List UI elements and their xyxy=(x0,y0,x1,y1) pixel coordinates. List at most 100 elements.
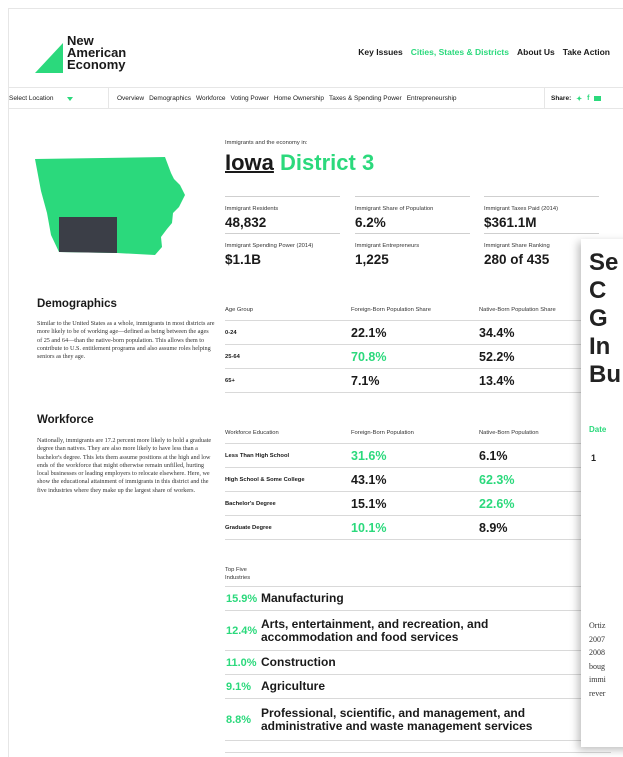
native-value: 62.3% xyxy=(479,473,515,487)
select-location-label: Select Location xyxy=(9,95,54,102)
story-title-line: In xyxy=(589,333,611,360)
industries-heading: Top Five Industries xyxy=(225,566,250,582)
column-header: Native-Born Population Share xyxy=(479,307,556,313)
row-label: Less Than High School xyxy=(225,453,290,459)
workforce-text: Nationally, immigrants are 17.2 percent … xyxy=(37,437,212,494)
industries-heading-line: Industries xyxy=(225,575,251,581)
logo-mark-icon xyxy=(35,43,63,73)
native-value: 22.6% xyxy=(479,497,515,511)
section-nav: Select Location Overview Demographics Wo… xyxy=(9,87,623,109)
nav-cities-states-districts[interactable]: Cities, States & Districts xyxy=(411,47,509,57)
industries-heading-line: Top Five xyxy=(225,567,247,573)
foreign-value: 31.6% xyxy=(351,449,387,463)
stat-value: 48,832 xyxy=(225,215,267,230)
list-item: 12.4% Arts, entertainment, and recreatio… xyxy=(225,610,611,650)
column-header: Native-Born Population xyxy=(479,430,539,436)
section-link-workforce[interactable]: Workforce xyxy=(196,95,226,102)
story-title-line: G xyxy=(589,305,608,332)
native-value: 34.4% xyxy=(479,326,515,340)
row-label: Graduate Degree xyxy=(225,525,272,531)
nav-take-action[interactable]: Take Action xyxy=(563,47,610,57)
demographics-text: Similar to the United States as a whole,… xyxy=(37,320,215,361)
table-header-row: Workforce Education Foreign-Born Populat… xyxy=(225,424,590,444)
facebook-icon[interactable]: f xyxy=(587,95,589,102)
stat-spending-power: Immigrant Spending Power (2014) $1.1B xyxy=(225,233,340,267)
story-text-line: Ortiz xyxy=(589,621,606,630)
section-link-home-ownership[interactable]: Home Ownership xyxy=(274,95,324,102)
chevron-down-icon xyxy=(67,96,74,101)
stat-label: Immigrant Share of Population xyxy=(355,206,434,212)
foreign-value: 70.8% xyxy=(351,350,387,364)
story-text: Ortiz 2007 2008 boug immi rever xyxy=(589,619,606,700)
section-links: Overview Demographics Workforce Voting P… xyxy=(117,88,457,109)
stat-label: Immigrant Residents xyxy=(225,206,279,212)
table-row: Graduate Degree 10.1% 8.9% xyxy=(225,516,590,540)
stat-entrepreneurs: Immigrant Entrepreneurs 1,225 xyxy=(355,233,470,267)
table-row: 65+ 7.1% 13.4% xyxy=(225,369,590,393)
industry-name: Professional, scientific, and management… xyxy=(261,705,533,733)
nav-about-us[interactable]: About Us xyxy=(517,47,555,57)
column-header: Workforce Education xyxy=(225,430,279,436)
select-location-dropdown[interactable]: Select Location xyxy=(9,88,109,109)
section-link-taxes-spending[interactable]: Taxes & Spending Power xyxy=(329,95,402,102)
industry-name: Manufacturing xyxy=(261,591,344,605)
stat-label: Immigrant Spending Power (2014) xyxy=(225,243,314,249)
story-title-line: Se xyxy=(589,249,619,276)
stat-immigrant-share: Immigrant Share of Population 6.2% xyxy=(355,196,470,230)
stat-value: $1.1B xyxy=(225,252,262,267)
industry-share: 9.1% xyxy=(226,680,252,693)
industry-name: Agriculture xyxy=(261,679,326,693)
brand-name: New American Economy xyxy=(67,34,126,71)
stat-label: Immigrant Entrepreneurs xyxy=(355,243,420,249)
age-table: Age Group Foreign-Born Population Share … xyxy=(225,301,590,393)
section-link-voting-power[interactable]: Voting Power xyxy=(231,95,269,102)
foreign-value: 10.1% xyxy=(351,521,387,535)
divider xyxy=(225,740,611,741)
brand-logo[interactable]: New American Economy xyxy=(35,34,145,79)
row-label: Bachelor's Degree xyxy=(225,501,276,507)
native-value: 6.1% xyxy=(479,449,508,463)
column-header: Foreign-Born Population xyxy=(351,430,414,436)
story-card-title: Se C G In Bu xyxy=(589,249,621,389)
story-title-line: C xyxy=(589,277,607,304)
education-table: Workforce Education Foreign-Born Populat… xyxy=(225,424,590,540)
story-card-overlay[interactable]: Se C G In Bu Date 1 Ortiz 2007 2008 boug… xyxy=(581,239,623,747)
list-item: 11.0% Construction xyxy=(225,650,611,674)
page: New American Economy Key Issues Cities, … xyxy=(8,8,623,757)
nav-key-issues[interactable]: Key Issues xyxy=(358,47,402,57)
twitter-icon[interactable]: ✦ xyxy=(576,95,582,103)
page-kicker: Immigrants and the economy in: xyxy=(225,140,308,146)
industry-share: 15.9% xyxy=(226,592,258,605)
list-item: 8.8% Professional, scientific, and manag… xyxy=(225,698,611,740)
stat-label: Immigrant Taxes Paid (2014) xyxy=(484,206,558,212)
stat-value: 1,225 xyxy=(355,252,389,267)
story-text-line: rever xyxy=(589,688,606,698)
industry-name: Construction xyxy=(261,655,336,669)
district-map xyxy=(35,157,185,255)
row-label: 0-24 xyxy=(225,330,237,336)
stat-taxes-paid: Immigrant Taxes Paid (2014) $361.1M xyxy=(484,196,599,230)
share-bar: Share: ✦ f xyxy=(544,88,623,109)
table-row: High School & Some College 43.1% 62.3% xyxy=(225,468,590,492)
email-icon[interactable] xyxy=(594,96,602,101)
top-nav: Key Issues Cities, States & Districts Ab… xyxy=(358,47,610,57)
row-label: High School & Some College xyxy=(225,477,305,483)
state-link[interactable]: Iowa xyxy=(225,150,274,175)
list-item: 9.1% Agriculture xyxy=(225,674,611,698)
story-text-line: immi xyxy=(589,675,606,684)
section-link-entrepreneurship[interactable]: Entrepreneurship xyxy=(407,95,457,102)
stat-immigrant-residents: Immigrant Residents 48,832 xyxy=(225,196,340,230)
stat-label: Immigrant Share Ranking xyxy=(484,243,550,249)
district-name: District 3 xyxy=(280,150,375,175)
story-text-line: boug xyxy=(589,661,605,671)
native-value: 8.9% xyxy=(479,521,508,535)
table-header-row: Age Group Foreign-Born Population Share … xyxy=(225,301,590,321)
stat-value: 280 of 435 xyxy=(484,252,550,267)
industry-name: Arts, entertainment, and recreation, and… xyxy=(261,616,489,644)
section-link-demographics[interactable]: Demographics xyxy=(149,95,191,102)
industry-share: 8.8% xyxy=(226,713,252,726)
industries-list: 15.9% Manufacturing 12.4% Arts, entertai… xyxy=(225,586,611,741)
column-header: Foreign-Born Population Share xyxy=(351,307,431,313)
section-link-overview[interactable]: Overview xyxy=(117,95,144,102)
foreign-value: 15.1% xyxy=(351,497,387,511)
